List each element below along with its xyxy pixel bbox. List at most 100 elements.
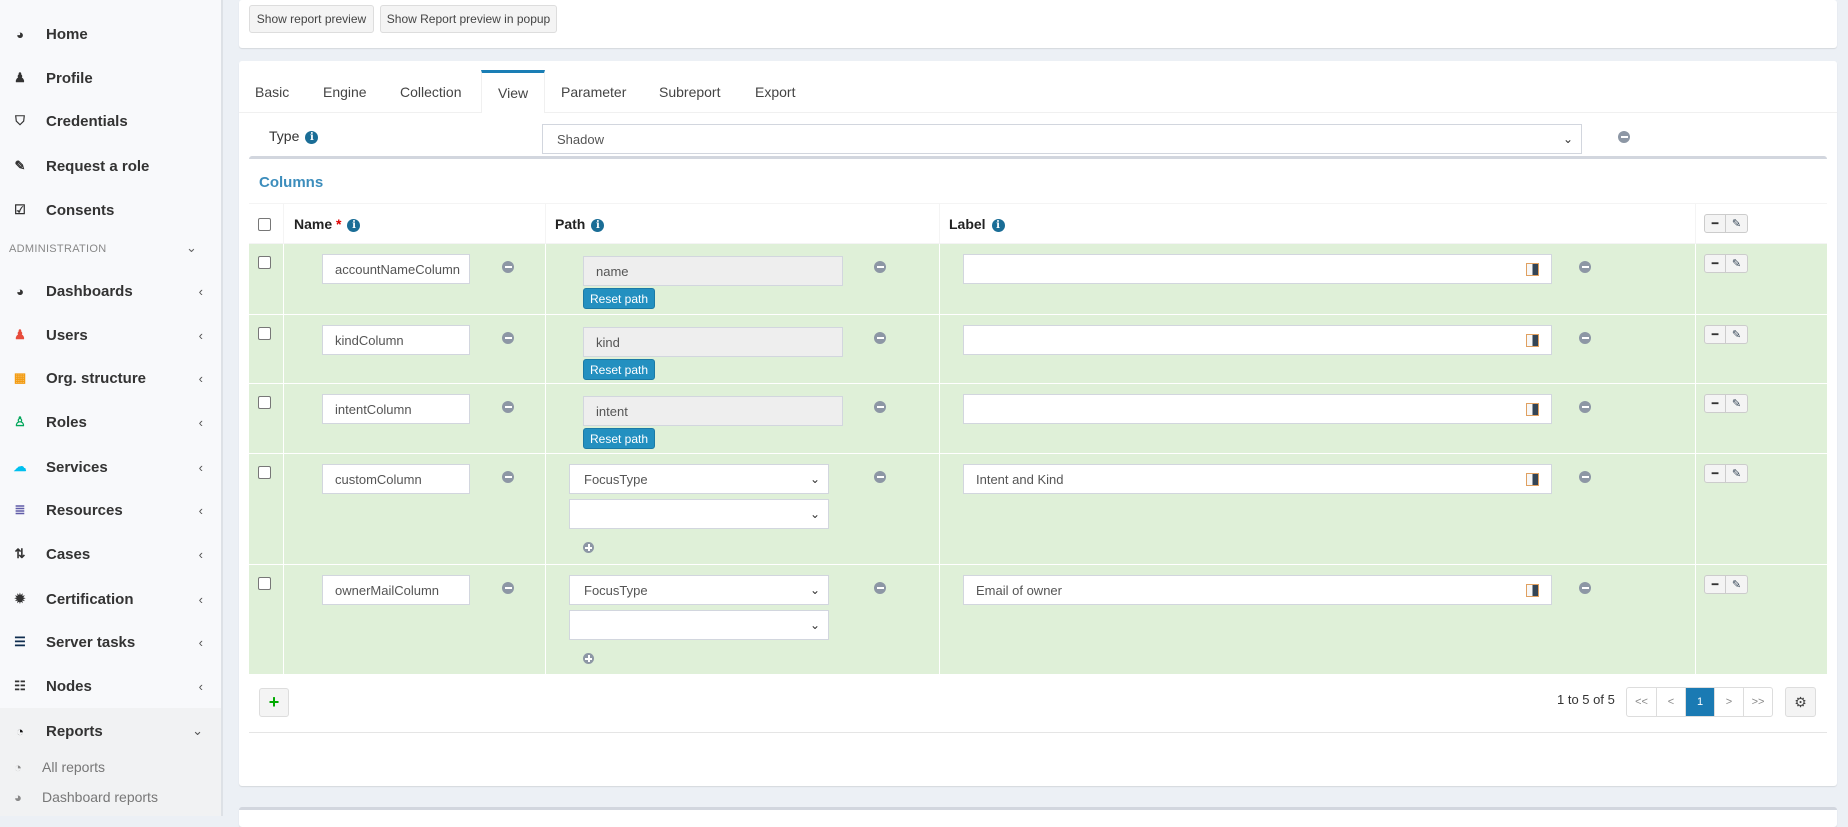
remove-name-icon[interactable]	[502, 401, 514, 413]
remove-label-icon[interactable]	[1579, 261, 1591, 273]
sidebar-item-request-a-role[interactable]: ✎ Request a role	[0, 146, 221, 186]
chevron-down-icon[interactable]: ⌄	[186, 240, 197, 256]
remove-icon[interactable]: ━	[1704, 394, 1726, 413]
remove-icon[interactable]: ━	[1704, 575, 1726, 594]
edit-icon[interactable]: ✎	[1726, 394, 1748, 413]
sidebar-item-server-tasks[interactable]: ☰ Server tasks ‹	[0, 622, 221, 662]
tab-engine[interactable]: Engine	[307, 71, 383, 113]
edit-icon[interactable]: ✎	[1726, 254, 1748, 273]
translate-icon[interactable]	[1526, 263, 1539, 276]
tab-subreport[interactable]: Subreport	[643, 71, 736, 113]
remove-icon[interactable]: ━	[1704, 325, 1726, 344]
path-subselect[interactable]: ⌄	[569, 610, 829, 640]
path-subselect[interactable]: ⌄	[569, 499, 829, 529]
remove-name-icon[interactable]	[502, 582, 514, 594]
tab-export[interactable]: Export	[739, 71, 811, 113]
reset-path-button[interactable]: Reset path	[583, 288, 656, 309]
translate-icon[interactable]	[1526, 584, 1539, 597]
show-report-preview-button[interactable]: Show report preview	[249, 5, 374, 33]
first-page-button[interactable]: <<	[1627, 688, 1656, 716]
remove-icon[interactable]: ━	[1704, 464, 1726, 483]
sidebar-item-org-structure[interactable]: ▦ Org. structure ‹	[0, 358, 221, 398]
sidebar-item-resources[interactable]: ≣ Resources ‹	[0, 490, 221, 530]
remove-name-icon[interactable]	[502, 261, 514, 273]
sidebar-item-profile[interactable]: ♟ Profile	[0, 58, 221, 98]
settings-gear-icon[interactable]: ⚙	[1785, 687, 1816, 717]
row-checkbox[interactable]	[258, 396, 271, 409]
translate-icon[interactable]	[1526, 334, 1539, 347]
name-input[interactable]: kindColumn	[322, 325, 470, 355]
name-input[interactable]: ownerMailColumn	[322, 575, 470, 605]
show-report-preview-popup-button[interactable]: Show Report preview in popup	[380, 5, 557, 33]
remove-icon[interactable]: ━	[1704, 214, 1726, 233]
path-type-select[interactable]: FocusType ⌄	[569, 464, 829, 494]
sidebar-item-roles[interactable]: ♙ Roles ‹	[0, 402, 221, 442]
sidebar-subitem-all-reports[interactable]: ◔ All reports	[14, 759, 105, 775]
info-icon[interactable]: i	[991, 218, 1005, 232]
add-path-segment-icon[interactable]	[583, 651, 594, 669]
edit-icon[interactable]: ✎	[1726, 575, 1748, 594]
sidebar-item-nodes[interactable]: ☷ Nodes ‹	[0, 666, 221, 706]
remove-path-icon[interactable]	[874, 401, 886, 413]
remove-path-icon[interactable]	[874, 471, 886, 483]
sidebar-subitem-dashboard-reports[interactable]: ◕ Dashboard reports	[14, 789, 158, 805]
last-page-button[interactable]: >>	[1743, 688, 1772, 716]
edit-icon[interactable]: ✎	[1726, 214, 1748, 233]
remove-label-icon[interactable]	[1579, 471, 1591, 483]
sidebar-item-reports[interactable]: ◔ Reports ⌄	[0, 711, 221, 751]
row-checkbox[interactable]	[258, 577, 271, 590]
remove-label-icon[interactable]	[1579, 332, 1591, 344]
label-input[interactable]	[963, 394, 1552, 424]
prev-page-button[interactable]: <	[1656, 688, 1685, 716]
path-input[interactable]: name	[583, 256, 843, 286]
info-icon[interactable]: i	[347, 218, 361, 232]
remove-name-icon[interactable]	[502, 332, 514, 344]
tab-basic[interactable]: Basic	[239, 71, 305, 113]
remove-label-icon[interactable]	[1579, 401, 1591, 413]
row-checkbox[interactable]	[258, 256, 271, 269]
reset-path-button[interactable]: Reset path	[583, 359, 656, 380]
name-input[interactable]: accountNameColumn	[322, 254, 470, 284]
remove-path-icon[interactable]	[874, 332, 886, 344]
edit-icon[interactable]: ✎	[1726, 325, 1748, 344]
translate-icon[interactable]	[1526, 473, 1539, 486]
sidebar-item-users[interactable]: ♟ Users ‹	[0, 315, 221, 355]
remove-type-icon[interactable]	[1618, 131, 1630, 143]
remove-path-icon[interactable]	[874, 261, 886, 273]
sidebar-item-home[interactable]: ◕ Home	[0, 14, 221, 54]
sidebar-item-services[interactable]: ☁ Services ‹	[0, 447, 221, 487]
next-page-button[interactable]: >	[1714, 688, 1743, 716]
path-input[interactable]: kind	[583, 327, 843, 357]
remove-name-icon[interactable]	[502, 471, 514, 483]
label-input[interactable]	[963, 325, 1552, 355]
translate-icon[interactable]	[1526, 403, 1539, 416]
label-input[interactable]: Intent and Kind	[963, 464, 1552, 494]
sidebar-item-certification[interactable]: ✹ Certification ‹	[0, 579, 221, 619]
label-input[interactable]	[963, 254, 1552, 284]
sidebar-item-cases[interactable]: ⇅ Cases ‹	[0, 534, 221, 574]
path-type-select[interactable]: FocusType ⌄	[569, 575, 829, 605]
tab-view[interactable]: View	[481, 70, 546, 113]
path-input[interactable]: intent	[583, 396, 843, 426]
name-input[interactable]: intentColumn	[322, 394, 470, 424]
info-icon[interactable]: i	[591, 218, 605, 232]
sidebar-item-credentials[interactable]: ⛉ Credentials	[0, 101, 221, 141]
remove-label-icon[interactable]	[1579, 582, 1591, 594]
edit-icon[interactable]: ✎	[1726, 464, 1748, 483]
add-path-segment-icon[interactable]	[583, 540, 594, 558]
add-column-button[interactable]: +	[259, 688, 289, 717]
info-icon[interactable]: i	[305, 130, 319, 144]
tab-collection[interactable]: Collection	[384, 71, 477, 113]
reset-path-button[interactable]: Reset path	[583, 428, 656, 449]
remove-icon[interactable]: ━	[1704, 254, 1726, 273]
type-select[interactable]: Shadow ⌄	[542, 124, 1582, 154]
select-all-checkbox[interactable]	[258, 218, 271, 231]
name-input[interactable]: customColumn	[322, 464, 470, 494]
row-checkbox[interactable]	[258, 327, 271, 340]
sidebar-item-consents[interactable]: ☑ Consents	[0, 190, 221, 230]
sidebar-item-dashboards[interactable]: ◕ Dashboards ‹	[0, 271, 221, 311]
remove-path-icon[interactable]	[874, 582, 886, 594]
page-1-button[interactable]: 1	[1685, 688, 1714, 716]
row-checkbox[interactable]	[258, 466, 271, 479]
label-input[interactable]: Email of owner	[963, 575, 1552, 605]
